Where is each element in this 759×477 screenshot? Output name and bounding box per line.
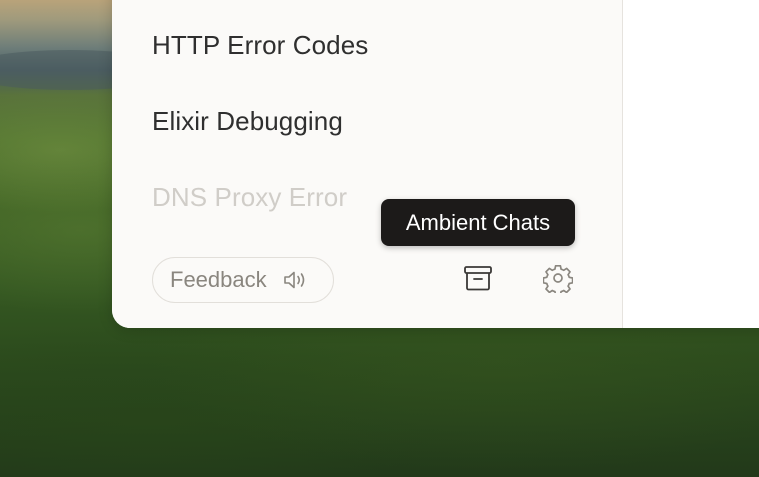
feedback-label: Feedback: [170, 267, 267, 292]
chat-sidebar: HTTP Error Codes Elixir Debugging DNS Pr…: [112, 0, 622, 328]
feedback-button[interactable]: Feedback: [152, 257, 334, 303]
chat-list-item[interactable]: Elixir Debugging: [152, 106, 343, 137]
ambient-chats-tooltip: Ambient Chats: [381, 199, 575, 246]
main-content: [623, 0, 759, 328]
gear-icon: [542, 263, 574, 298]
archive-box-icon: [463, 264, 493, 297]
settings-button[interactable]: [540, 262, 576, 298]
speaker-icon: [283, 269, 309, 291]
app-window: HTTP Error Codes Elixir Debugging DNS Pr…: [112, 0, 759, 328]
chat-list-item[interactable]: HTTP Error Codes: [152, 30, 368, 61]
archive-button[interactable]: [460, 262, 496, 298]
chat-list-item[interactable]: DNS Proxy Error: [152, 182, 347, 213]
